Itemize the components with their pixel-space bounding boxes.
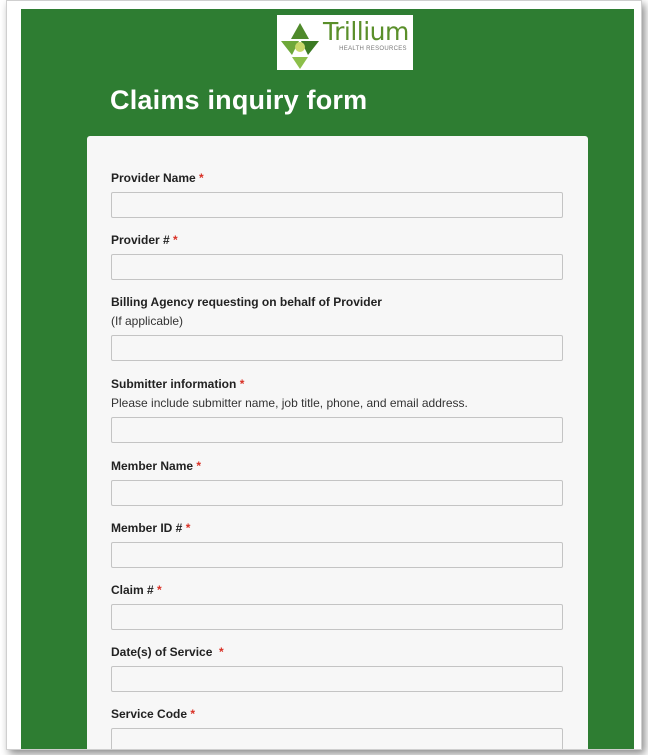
field-label: Service Code * [111, 707, 196, 721]
trillium-logo: Trillium HEALTH RESOURCES [277, 15, 413, 70]
field-service-code: Service Code * [111, 707, 563, 749]
required-asterisk: * [157, 583, 162, 597]
field-label: Date(s) of Service * [111, 645, 224, 659]
required-asterisk: * [239, 377, 245, 391]
member-id-input[interactable] [111, 542, 563, 568]
field-member-name: Member Name * [111, 459, 563, 506]
service-code-input[interactable] [111, 728, 563, 749]
logo-wordmark: Trillium [323, 17, 409, 46]
field-label: Provider Name * [111, 171, 204, 185]
field-label: Submitter information * [111, 377, 245, 391]
required-asterisk: * [173, 233, 178, 247]
field-label: Provider # * [111, 233, 178, 247]
page-title: Claims inquiry form [110, 85, 368, 115]
field-claim-number: Claim # * [111, 583, 563, 630]
field-provider-number: Provider # * [111, 233, 563, 280]
required-asterisk: * [190, 707, 196, 721]
field-member-id: Member ID # * [111, 521, 563, 568]
required-asterisk: * [185, 521, 191, 535]
submitter-information-input[interactable] [111, 417, 563, 443]
claim-number-input[interactable] [111, 604, 563, 630]
required-asterisk: * [219, 645, 224, 659]
field-submitter-information: Submitter information * Please include s… [111, 377, 563, 443]
field-label: Member ID # * [111, 521, 191, 535]
provider-name-input[interactable] [111, 192, 563, 218]
field-dates-of-service: Date(s) of Service * [111, 645, 563, 692]
field-label: Member Name * [111, 459, 202, 473]
required-asterisk: * [199, 171, 204, 185]
field-help-text: (If applicable) [111, 314, 184, 328]
field-help-text: Please include submitter name, job title… [111, 396, 468, 410]
dates-of-service-input[interactable] [111, 666, 563, 692]
member-name-input[interactable] [111, 480, 563, 506]
field-billing-agency: Billing Agency requesting on behalf of P… [111, 295, 563, 361]
window-frame: Trillium HEALTH RESOURCES Claims inquiry… [6, 0, 642, 750]
field-label: Billing Agency requesting on behalf of P… [111, 295, 382, 309]
trillium-flower-icon [281, 23, 319, 69]
field-provider-name: Provider Name * [111, 171, 563, 218]
billing-agency-input[interactable] [111, 335, 563, 361]
form-card: Provider Name * Provider # * Billing Age… [87, 136, 588, 749]
provider-number-input[interactable] [111, 254, 563, 280]
field-label: Claim # * [111, 583, 162, 597]
required-asterisk: * [196, 459, 202, 473]
form-header-background: Trillium HEALTH RESOURCES Claims inquiry… [21, 9, 634, 749]
